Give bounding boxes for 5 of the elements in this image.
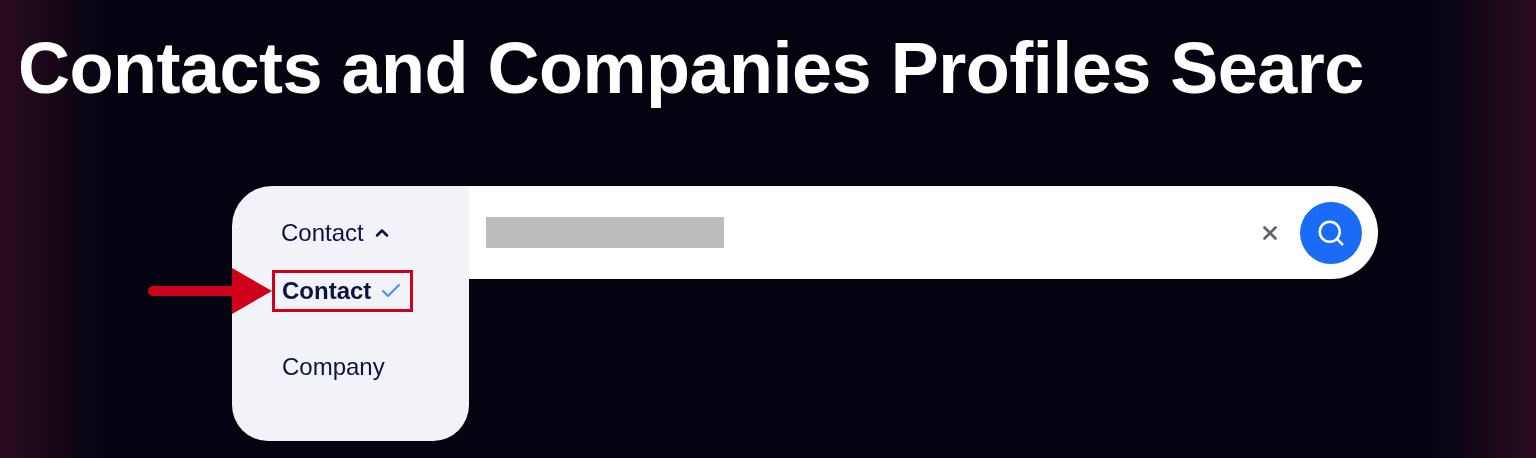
- dropdown-option[interactable]: Contact: [272, 270, 414, 312]
- type-select[interactable]: Contact: [281, 218, 392, 248]
- dropdown-option[interactable]: Company: [272, 346, 395, 388]
- search-field[interactable]: [469, 186, 1378, 279]
- page-title: Contacts and Companies Profiles Searc: [18, 27, 1365, 110]
